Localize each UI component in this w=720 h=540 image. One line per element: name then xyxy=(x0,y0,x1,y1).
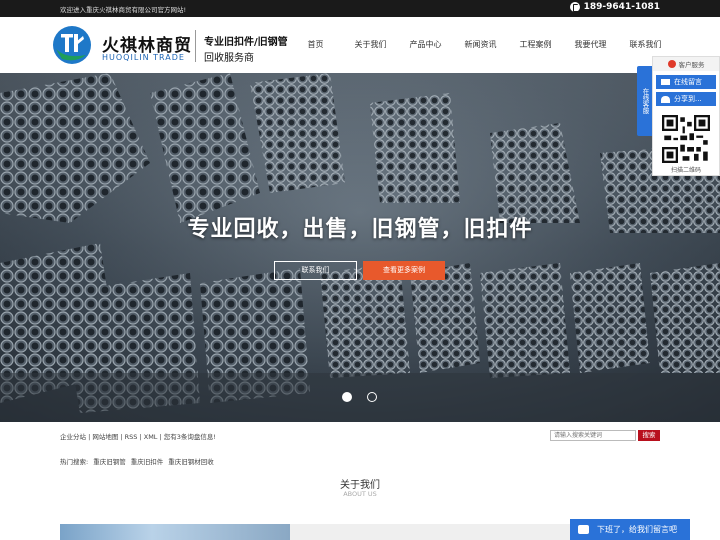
top-bar: 欢迎进入重庆火祺林商贸有限公司官方网站! 189-9641-1081 xyxy=(0,0,720,17)
nav-item-news[interactable]: 新闻资讯 xyxy=(453,39,508,53)
qq-icon xyxy=(667,60,676,68)
nav-item-cases[interactable]: 工程案例 xyxy=(508,39,563,53)
view-cases-button[interactable]: 查看更多案例 xyxy=(363,261,445,280)
qr-code-label: 扫描二维码 xyxy=(670,167,701,174)
online-service-tab[interactable]: 在线客服 xyxy=(637,66,652,136)
share-icon xyxy=(661,95,670,103)
main-nav: 首页 关于我们 产品中心 新闻资讯 工程案例 我要代理 联系我们 xyxy=(288,39,673,53)
share-button[interactable]: 分享到... xyxy=(656,92,716,106)
leave-message-label: 在线留言 xyxy=(674,78,702,86)
side-tab-label: 在线客服 xyxy=(641,88,649,114)
brand-name-en: HUOQILIN TRADE xyxy=(102,53,185,62)
welcome-text: 欢迎进入重庆火祺林商贸有限公司官方网站! xyxy=(60,6,187,14)
customer-service-label: 客户服务 xyxy=(678,61,705,69)
contact-us-button[interactable]: 联系我们 xyxy=(274,261,357,280)
customer-service-header: 客户服务 xyxy=(653,57,719,71)
customer-service-panel: 客户服务 在线留言 分享到... 扫描二维码 xyxy=(652,56,720,176)
slogan-line2: 回收服务商 xyxy=(204,53,254,64)
header-divider xyxy=(195,30,196,62)
nav-item-home[interactable]: 首页 xyxy=(288,39,343,53)
qr-code-icon xyxy=(662,115,710,163)
mail-icon xyxy=(661,79,670,85)
site-header: 火祺林商贸 HUOQILIN TRADE 专业旧扣件/旧钢管 回收服务商 首页 … xyxy=(0,17,720,73)
site-links[interactable]: 企业分站 | 网站地图 | RSS | XML | 您有3条询盘信息! xyxy=(60,431,216,441)
phone-number: 189-9641-1081 xyxy=(569,2,660,12)
nav-item-agent[interactable]: 我要代理 xyxy=(563,39,618,53)
brand-logo[interactable] xyxy=(52,25,98,65)
phone-text: 189-9641-1081 xyxy=(583,2,660,12)
about-subtitle: ABOUT US xyxy=(343,490,377,498)
nav-item-about[interactable]: 关于我们 xyxy=(343,39,398,53)
slide-dot-2[interactable] xyxy=(367,392,377,402)
hero-banner: 专业回收，出售，旧钢管，旧扣件 联系我们 查看更多案例 xyxy=(0,73,720,422)
hot-search-item[interactable]: 重庆旧钢材回收 xyxy=(168,456,214,466)
nav-item-products[interactable]: 产品中心 xyxy=(398,39,453,53)
steel-pipes-image xyxy=(0,73,720,422)
share-label: 分享到... xyxy=(674,95,702,103)
leave-message-bar-label: 下班了，给我们留言吧 xyxy=(597,525,677,534)
nav-item-contact[interactable]: 联系我们 xyxy=(618,39,673,53)
hero-title: 专业回收，出售，旧钢管，旧扣件 xyxy=(187,217,533,242)
slogan-line1: 专业旧扣件/旧钢管 xyxy=(204,37,288,48)
hot-search-item[interactable]: 重庆旧钢管 xyxy=(93,456,126,466)
hot-search-item[interactable]: 重庆旧扣件 xyxy=(131,456,164,466)
about-image xyxy=(60,524,290,540)
slide-dot-1[interactable] xyxy=(342,392,352,402)
message-icon xyxy=(578,525,589,534)
phone-icon xyxy=(569,2,580,12)
about-title: 关于我们 xyxy=(340,480,380,491)
leave-message-button[interactable]: 在线留言 xyxy=(656,75,716,89)
hot-searches: 热门搜索: 重庆旧钢管 重庆旧扣件 重庆旧钢材回收 xyxy=(60,456,214,466)
search-input[interactable] xyxy=(550,430,636,441)
search-button[interactable]: 搜索 xyxy=(638,430,660,441)
hot-search-label: 热门搜索: xyxy=(60,458,89,466)
leave-message-bar[interactable]: 下班了，给我们留言吧 xyxy=(570,519,690,540)
